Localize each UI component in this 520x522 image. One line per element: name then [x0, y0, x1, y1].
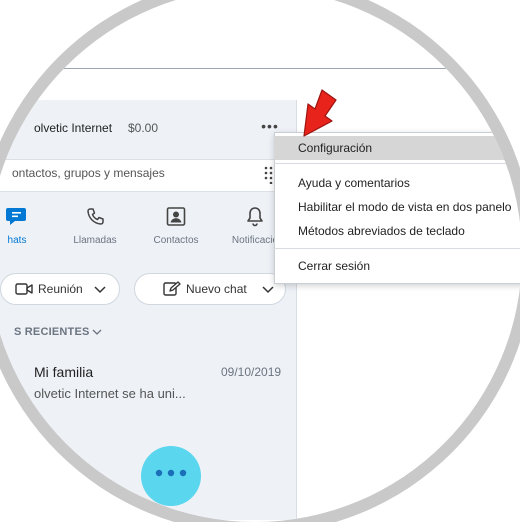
compose-icon [163, 281, 181, 296]
chevron-down-icon [94, 286, 106, 294]
video-icon [15, 283, 33, 295]
red-arrow-icon [303, 89, 337, 137]
conversation-date: 09/10/2019 [221, 365, 282, 379]
profile-name[interactable]: olvetic Internet [34, 121, 112, 135]
conversation-preview: olvetic Internet se ha uni... [34, 386, 186, 401]
menu-item-help[interactable]: Ayuda y comentarios [274, 171, 520, 195]
tab-contacts-label: Contactos [153, 235, 199, 246]
meeting-button[interactable]: Reunión [0, 273, 120, 305]
tab-chats[interactable]: hats [2, 205, 32, 251]
top-divider [0, 68, 520, 69]
bell-icon [247, 207, 263, 227]
tab-calls[interactable]: Llamadas [70, 205, 120, 251]
profile-credit[interactable]: $0.00 [128, 121, 158, 135]
menu-item-shortcuts[interactable]: Métodos abreviados de teclado [274, 219, 520, 243]
new-chat-label: Nuevo chat [186, 282, 247, 296]
meeting-label: Reunión [38, 282, 83, 296]
menu-divider [274, 163, 520, 164]
skype-window: olvetic Internet $0.00 ••• hats Llamadas [0, 0, 520, 520]
recent-chats-heading[interactable]: S RECIENTES [14, 326, 90, 338]
tab-chats-label: hats [7, 235, 27, 246]
ellipsis-icon [155, 469, 187, 477]
menu-divider [274, 248, 520, 249]
chevron-down-icon [262, 286, 274, 294]
conversation-name: Mi familia [34, 364, 94, 380]
menu-item-split-view[interactable]: Habilitar el modo de vista en dos panelo [274, 195, 520, 219]
tab-calls-label: Llamadas [73, 235, 117, 246]
phone-icon [87, 208, 104, 225]
tab-contacts[interactable]: Contactos [149, 205, 203, 251]
chevron-down-icon[interactable] [92, 328, 102, 336]
menu-item-sign-out[interactable]: Cerrar sesión [274, 254, 520, 278]
contacts-icon [166, 207, 186, 226]
search-input[interactable] [12, 166, 252, 180]
new-chat-button[interactable]: Nuevo chat [134, 273, 286, 305]
chat-icon [6, 208, 26, 225]
